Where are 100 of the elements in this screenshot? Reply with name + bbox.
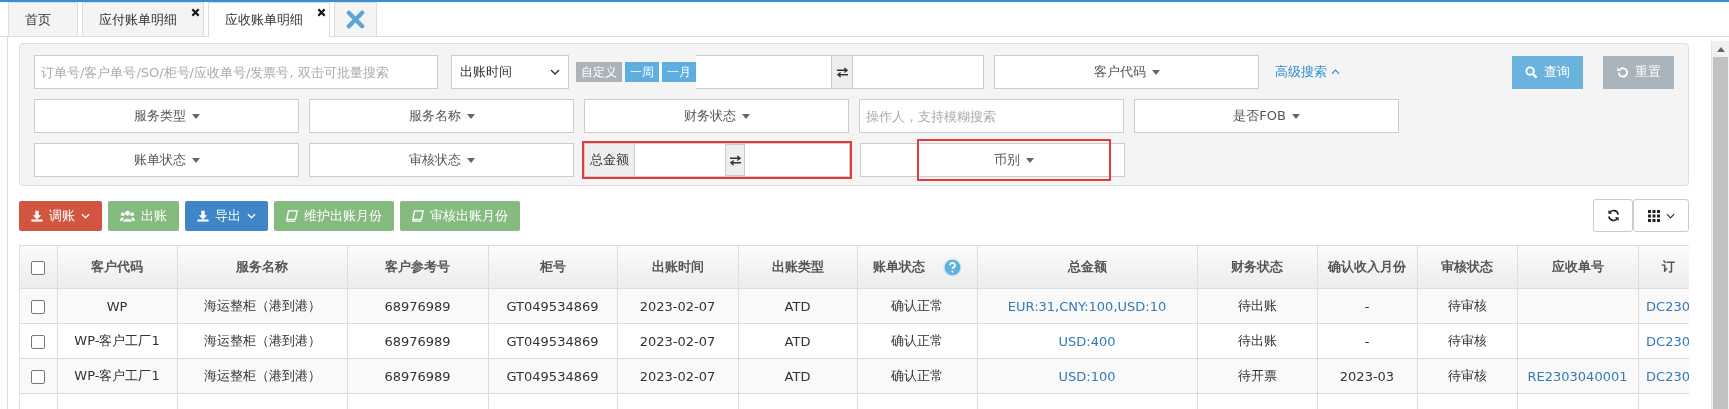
table-cell: 2023-02-07 [639, 368, 716, 384]
column-header[interactable]: 客户参考号 [385, 259, 450, 274]
column-header[interactable]: 柜号 [539, 259, 566, 274]
close-icon[interactable] [191, 8, 200, 17]
end-date-field[interactable] [852, 55, 984, 89]
undo-icon [1616, 65, 1629, 79]
grid-icon [1647, 209, 1660, 222]
search-icon [1525, 65, 1538, 79]
select-all-checkbox[interactable] [31, 260, 46, 275]
column-header[interactable]: 应收单号 [1551, 259, 1604, 274]
filter-dropdown[interactable]: 是否FOB [1134, 99, 1399, 133]
table-cell: 待审核 [1447, 333, 1487, 348]
table-link[interactable]: USD:100 [1058, 368, 1116, 384]
refresh-button[interactable] [1593, 199, 1633, 232]
tab[interactable]: 应付账单明细 [82, 2, 204, 36]
row-checkbox[interactable] [31, 369, 46, 384]
close-all-tabs-button[interactable] [334, 2, 377, 36]
tab[interactable]: 应收账单明细 [208, 2, 330, 37]
table-cell: 确认正常 [891, 333, 943, 348]
chevron-down-icon [81, 212, 90, 219]
table-cell: WP-客户工厂1 [74, 333, 160, 348]
close-icon [346, 10, 365, 29]
table-cell: WP [106, 298, 128, 314]
chevron-down-icon [1665, 212, 1675, 219]
close-icon[interactable] [317, 8, 326, 17]
filter-dropdown[interactable]: 客户代码 [994, 55, 1259, 89]
table-cell: ATD [784, 298, 811, 314]
search-field[interactable]: 操作人，支持模糊搜索 [859, 99, 1124, 133]
search-field[interactable]: 订单号/客户单号/SO/柜号/应收单号/发票号, 双击可批量搜索 [34, 55, 438, 89]
toolbar-button[interactable]: 导出 [185, 200, 268, 231]
book-icon [412, 209, 424, 222]
column-header[interactable]: 订 [1661, 259, 1675, 274]
table-cell: WP-客户工厂1 [74, 368, 160, 383]
chevron-up-icon [1331, 69, 1340, 75]
column-header[interactable]: 总金额 [1067, 259, 1107, 274]
amount-range-group[interactable]: 总金额 [584, 143, 850, 177]
caret-icon [1291, 113, 1300, 119]
caret-icon [191, 157, 200, 163]
date-type-dropdown[interactable]: 出账时间 [451, 55, 569, 89]
table-cell: ATD [784, 333, 811, 349]
help-icon[interactable] [942, 257, 962, 277]
table-cell: 待出账 [1237, 298, 1277, 313]
table-cell: GT049534869 [506, 368, 599, 384]
table-cell: 68976989 [384, 298, 451, 314]
column-header[interactable]: 账单状态 [872, 258, 925, 274]
table-cell: - [1364, 298, 1370, 314]
advanced-search-link[interactable]: 高级搜索 [1275, 63, 1340, 81]
range-label: 总金额 [585, 144, 635, 176]
table-cell: ATD [784, 368, 811, 384]
table-cell: 2023-02-07 [639, 298, 716, 314]
table-cell: 待出账 [1237, 333, 1277, 348]
table-cell: 海运整柜（港到港） [203, 368, 321, 383]
caret-icon [1151, 69, 1160, 75]
column-header[interactable]: 出账类型 [771, 259, 824, 274]
scroll-up-icon[interactable] [1716, 47, 1725, 52]
table-cell: 确认正常 [891, 368, 943, 383]
table-cell: 海运整柜（港到港） [203, 333, 321, 348]
caret-icon [466, 157, 475, 163]
row-checkbox[interactable] [31, 299, 46, 314]
download-icon [31, 209, 43, 222]
filter-dropdown[interactable]: 财务状态 [584, 99, 849, 133]
chevron-down-icon [247, 212, 256, 219]
caret-icon [191, 113, 200, 119]
table-cell: GT049534869 [506, 298, 599, 314]
caret-icon [1026, 157, 1034, 163]
table-cell: 2023-03 [1339, 368, 1395, 384]
swap-icon[interactable] [725, 144, 745, 176]
table-cell: 待审核 [1447, 298, 1487, 313]
caret-icon [466, 113, 475, 119]
column-header[interactable]: 服务名称 [236, 259, 288, 274]
chevron-down-icon [550, 69, 560, 75]
refresh-icon [1606, 209, 1620, 222]
column-header[interactable]: 审核状态 [1441, 259, 1493, 274]
table-cell: 待开票 [1237, 368, 1277, 383]
table-cell: 2023-02-07 [639, 333, 716, 349]
filter-dropdown[interactable]: 服务类型 [34, 99, 299, 133]
scrollbar[interactable] [1711, 41, 1729, 409]
table-cell: - [1364, 333, 1370, 349]
columns-button[interactable] [1633, 199, 1689, 232]
table-cell: GT049534869 [506, 333, 599, 349]
row-checkbox[interactable] [31, 334, 46, 349]
users-icon [120, 209, 135, 222]
toolbar-button[interactable]: 调账 [19, 200, 102, 231]
table-cell: 待审核 [1447, 368, 1487, 383]
start-date-field[interactable] [696, 55, 832, 89]
column-header[interactable]: 财务状态 [1231, 259, 1283, 274]
column-header[interactable]: 客户代码 [91, 259, 143, 274]
book-icon [286, 209, 298, 222]
filter-dropdown[interactable]: 服务名称 [309, 99, 574, 133]
filter-dropdown[interactable]: 审核状态 [309, 143, 574, 177]
table-cell: 确认正常 [891, 298, 943, 313]
table-cell: 68976989 [384, 368, 451, 384]
swap-icon[interactable] [832, 55, 852, 89]
table-cell: 68976989 [384, 333, 451, 349]
filter-dropdown[interactable]: 账单状态 [34, 143, 299, 177]
table-link[interactable]: USD:400 [1058, 333, 1116, 349]
table-cell: 海运整柜（港到港） [203, 298, 321, 313]
column-header[interactable]: 出账时间 [651, 259, 704, 274]
tab[interactable]: 首页 [8, 2, 78, 36]
download-icon [197, 209, 209, 222]
